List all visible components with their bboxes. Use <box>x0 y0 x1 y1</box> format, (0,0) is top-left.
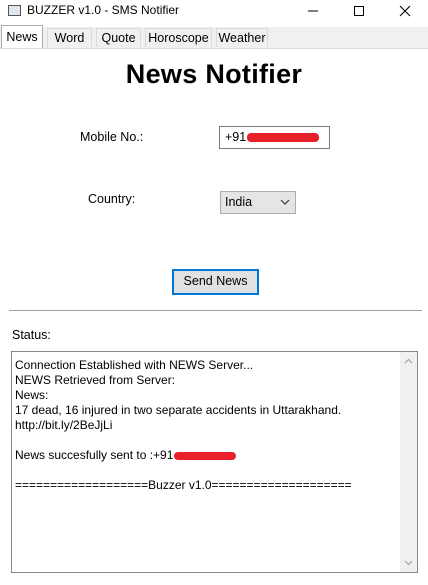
status-line: 17 dead, 16 injured in two separate acci… <box>15 403 342 417</box>
minimize-icon <box>308 10 318 12</box>
country-select[interactable]: India <box>220 191 296 214</box>
status-line: News: <box>15 388 49 402</box>
maximize-icon <box>354 6 364 16</box>
tab-weather[interactable]: Weather <box>216 28 268 47</box>
scroll-up-arrow-icon[interactable] <box>404 358 413 364</box>
minimize-button[interactable] <box>290 0 336 22</box>
title-bar: BUZZER v1.0 - SMS Notifier <box>0 0 428 22</box>
mobile-prefix: +91 <box>225 130 247 144</box>
country-label: Country: <box>88 192 136 206</box>
status-line: ===================Buzzer v1.0==========… <box>15 478 352 492</box>
close-button[interactable] <box>382 0 428 22</box>
tab-word[interactable]: Word <box>47 28 92 47</box>
status-line: Connection Established with NEWS Server.… <box>15 358 254 372</box>
redaction-mark <box>247 133 320 143</box>
status-line <box>15 463 395 478</box>
mobile-label: Mobile No.: <box>80 130 144 144</box>
send-news-button[interactable]: Send News <box>172 269 259 295</box>
tab-bar: News Word Quote Horoscope Weather <box>0 25 428 49</box>
status-log: Connection Established with NEWS Server.… <box>15 358 395 493</box>
tab-horoscope[interactable]: Horoscope <box>145 28 212 47</box>
redaction-mark <box>174 451 237 460</box>
sent-text: News succesfully sent to :+91 <box>15 448 174 462</box>
app-icon <box>8 5 21 16</box>
tab-news[interactable]: News <box>1 25 43 48</box>
divider <box>9 310 422 311</box>
status-line <box>15 433 395 448</box>
chevron-down-icon <box>280 199 290 205</box>
status-line: http://bit.ly/2BeJjLi <box>15 418 113 432</box>
country-selected-value: India <box>225 195 253 209</box>
status-line: NEWS Retrieved from Server: <box>15 373 176 387</box>
mobile-number-input[interactable]: +91 <box>219 126 330 149</box>
status-line-sent: News succesfully sent to :+91 <box>15 448 395 463</box>
tab-quote[interactable]: Quote <box>96 28 141 47</box>
vertical-scrollbar[interactable] <box>400 352 417 572</box>
scroll-down-arrow-icon[interactable] <box>404 560 413 566</box>
page-title: News Notifier <box>125 59 303 89</box>
window-title: BUZZER v1.0 - SMS Notifier <box>27 3 180 17</box>
close-icon <box>399 5 411 17</box>
status-label: Status: <box>12 328 51 342</box>
status-textarea[interactable]: Connection Established with NEWS Server.… <box>11 351 418 573</box>
maximize-button[interactable] <box>336 0 382 22</box>
